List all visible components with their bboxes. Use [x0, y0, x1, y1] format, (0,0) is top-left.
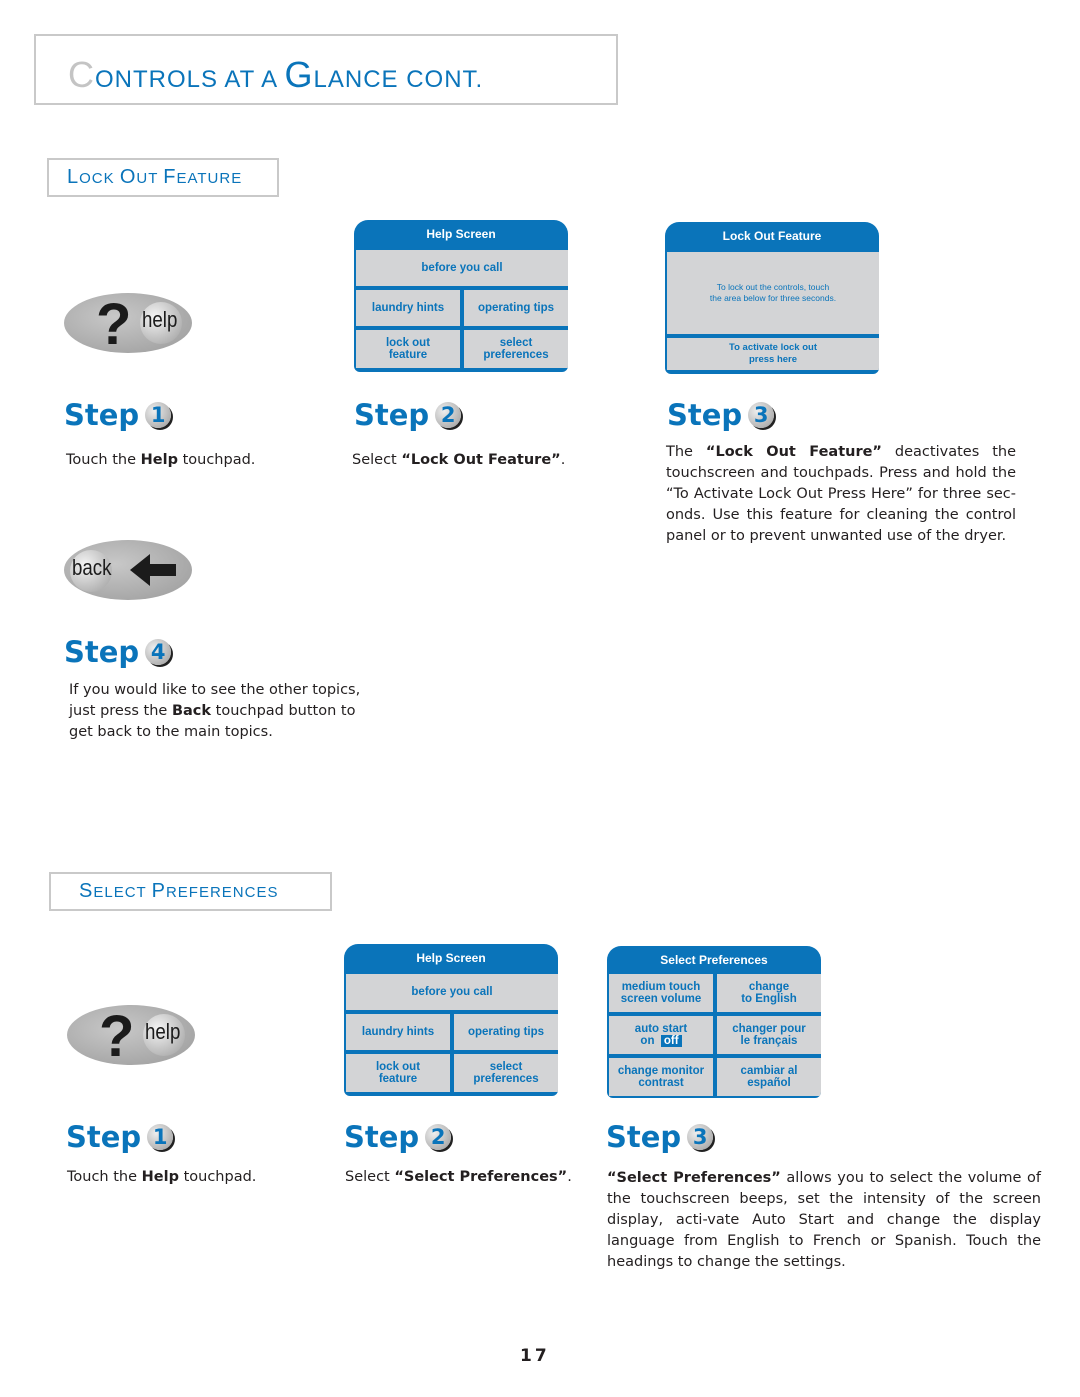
activate-lock-out-button[interactable]: To activate lock out press here — [667, 338, 879, 370]
select-preferences-button[interactable]: select preferences — [464, 330, 568, 368]
auto-start-toggle[interactable]: auto start on off — [609, 1016, 713, 1054]
step-2-heading: Step 2 — [344, 1120, 452, 1154]
screen-volume-button[interactable]: medium touch screen volume — [609, 974, 713, 1012]
step-1-text: Touch the Help touchpad. — [66, 452, 256, 468]
laundry-hints-button[interactable]: laundry hints — [356, 290, 460, 326]
before-you-call-button[interactable]: before you call — [346, 974, 558, 1010]
lock-out-feature-button[interactable]: lock out feature — [346, 1054, 450, 1092]
question-mark-icon: ? — [99, 1004, 135, 1069]
step-2-text: Select “Select Preferences”. — [345, 1169, 572, 1185]
screen-title: Help Screen — [426, 227, 496, 241]
lock-out-message: To lock out the controls, touch the area … — [667, 252, 879, 334]
change-to-spanish-button[interactable]: cambiar al español — [717, 1058, 821, 1096]
page-title: CONTROLS AT A GLANCE CONT. — [68, 54, 484, 95]
help-touchpad[interactable]: ? help — [64, 292, 192, 357]
back-touchpad[interactable]: back — [64, 540, 192, 600]
select-preferences-screen: Select Preferences medium touch screen vo… — [607, 946, 821, 1098]
step-4-text: If you would like to see the other topic… — [69, 682, 361, 740]
page-number: 17 — [520, 1346, 550, 1366]
step-2-text: Select “Lock Out Feature”. — [352, 452, 566, 468]
monitor-contrast-button[interactable]: change monitor contrast — [609, 1058, 713, 1096]
help-screen: Help Screen before you call laundry hint… — [354, 220, 568, 372]
select-preferences-button[interactable]: select preferences — [454, 1054, 558, 1092]
help-screen: Help Screen before you call laundry hint… — [344, 944, 558, 1096]
before-you-call-button[interactable]: before you call — [356, 250, 568, 286]
laundry-hints-button[interactable]: laundry hints — [346, 1014, 450, 1050]
left-arrow-icon — [130, 554, 176, 586]
step-1-text: Touch the Help touchpad. — [67, 1169, 257, 1185]
question-mark-icon: ? — [96, 292, 132, 357]
section-heading-select-preferences: SELECT PREFERENCES — [49, 872, 332, 911]
screen-title: Help Screen — [416, 951, 486, 965]
step-3-text: “Select Preferences” allows you to selec… — [607, 1170, 1041, 1270]
lock-out-feature-button[interactable]: lock out feature — [356, 330, 460, 368]
lock-out-screen: Lock Out Feature To lock out the control… — [665, 222, 879, 374]
screen-title: Select Preferences — [660, 953, 768, 967]
step-3-text: The “Lock Out Feature” deactivates the t… — [666, 444, 1016, 544]
operating-tips-button[interactable]: operating tips — [454, 1014, 558, 1050]
change-to-french-button[interactable]: changer pour le français — [717, 1016, 821, 1054]
operating-tips-button[interactable]: operating tips — [464, 290, 568, 326]
change-to-english-button[interactable]: change to English — [717, 974, 821, 1012]
auto-start-off-selected: off — [660, 1035, 682, 1047]
screen-title: Lock Out Feature — [722, 229, 822, 243]
page-title-box: CONTROLS AT A GLANCE CONT. — [34, 34, 618, 105]
step-1-heading: Step 1 — [64, 398, 172, 432]
step-4-heading: Step 4 — [64, 635, 172, 669]
step-2-heading: Step 2 — [354, 398, 462, 432]
help-touchpad[interactable]: ? help — [67, 1004, 195, 1069]
section-heading-lock-out: LOCK OUT FEATURE — [47, 158, 279, 197]
step-3-heading: Step 3 — [606, 1120, 714, 1154]
step-1-heading: Step 1 — [66, 1120, 174, 1154]
step-3-heading: Step 3 — [667, 398, 775, 432]
